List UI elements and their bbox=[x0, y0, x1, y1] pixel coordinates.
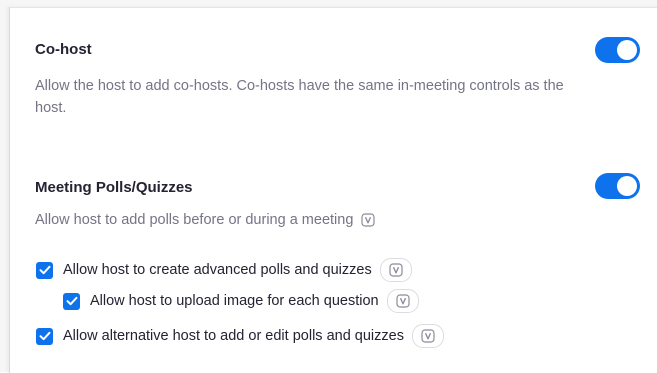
verified-info-icon[interactable] bbox=[411, 324, 444, 348]
toggle-knob bbox=[617, 176, 637, 196]
option-upload-image: Allow host to upload image for each ques… bbox=[63, 289, 419, 313]
settings-panel: Co-host Allow the host to add co-hosts. … bbox=[9, 7, 657, 373]
polls-description: Allow host to add polls before or during… bbox=[35, 212, 354, 228]
alternative-host-checkbox[interactable] bbox=[36, 327, 53, 345]
alternative-host-label: Allow alternative host to add or edit po… bbox=[63, 328, 404, 344]
advanced-polls-checkbox[interactable] bbox=[36, 261, 53, 279]
verified-info-icon[interactable] bbox=[386, 289, 419, 313]
checkmark-icon bbox=[39, 331, 50, 341]
option-advanced-polls: Allow host to create advanced polls and … bbox=[36, 258, 412, 282]
upload-image-label: Allow host to upload image for each ques… bbox=[90, 293, 379, 309]
advanced-polls-label: Allow host to create advanced polls and … bbox=[63, 262, 372, 278]
checkmark-icon bbox=[66, 296, 77, 306]
cohost-title: Co-host bbox=[35, 41, 92, 58]
verified-info-icon[interactable] bbox=[361, 213, 375, 227]
verified-info-icon[interactable] bbox=[379, 258, 412, 282]
option-alternative-host: Allow alternative host to add or edit po… bbox=[36, 324, 444, 348]
polls-title: Meeting Polls/Quizzes bbox=[35, 179, 193, 196]
polls-description-row: Allow host to add polls before or during… bbox=[35, 212, 375, 228]
polls-toggle[interactable] bbox=[595, 173, 640, 199]
upload-image-checkbox[interactable] bbox=[63, 292, 80, 310]
cohost-toggle[interactable] bbox=[595, 37, 640, 63]
checkmark-icon bbox=[39, 265, 50, 275]
settings-background: Co-host Allow the host to add co-hosts. … bbox=[0, 0, 657, 373]
cohost-description: Allow the host to add co-hosts. Co-hosts… bbox=[35, 78, 564, 116]
toggle-knob bbox=[617, 40, 637, 60]
